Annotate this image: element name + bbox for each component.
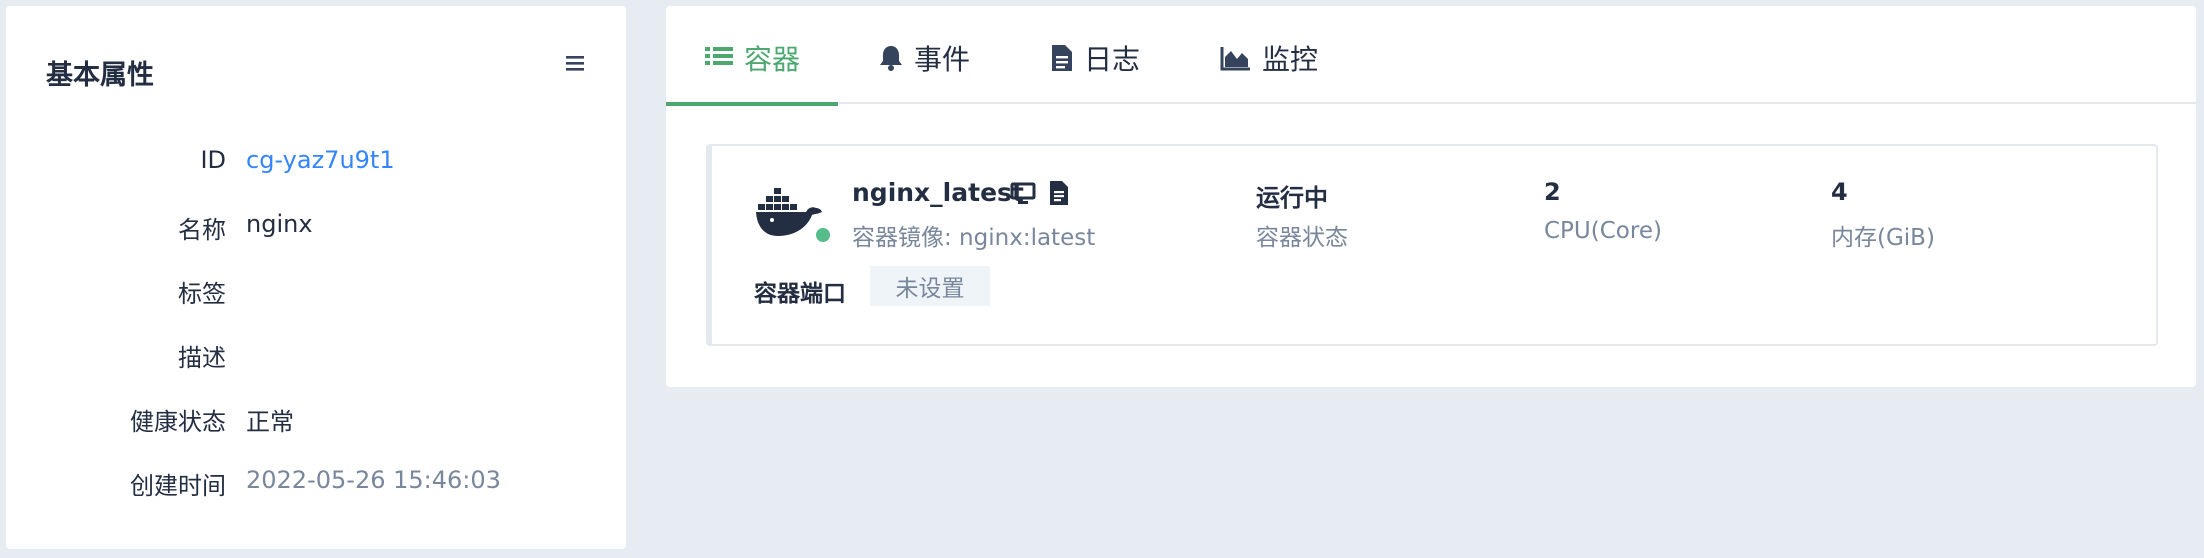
prop-value-created: 2022-05-26 15:46:03: [246, 466, 501, 494]
terminal-icon[interactable]: [1010, 180, 1036, 206]
prop-row-id: ID cg-yaz7u9t1: [6, 146, 626, 186]
cpu-label: CPU(Core): [1544, 218, 1662, 244]
prop-row-created: 创建时间 2022-05-26 15:46:03: [6, 466, 626, 506]
prop-value-name: nginx: [246, 210, 313, 238]
prop-row-tags: 标签: [6, 274, 626, 314]
detail-panel: 容器 事件 日志 监控 nginx_latest 容器镜像: nginx:lat…: [666, 6, 2196, 387]
prop-row-health: 健康状态 正常: [6, 402, 626, 442]
tab-monitoring[interactable]: 监控: [1220, 38, 1318, 78]
prop-label-name: 名称: [178, 216, 226, 244]
prop-value-health: 正常: [246, 408, 294, 436]
prop-row-description: 描述: [6, 338, 626, 378]
prop-label-health: 健康状态: [130, 408, 226, 436]
prop-label-id: ID: [200, 146, 226, 174]
cpu-value: 2: [1544, 178, 1561, 206]
prop-row-name: 名称 nginx: [6, 210, 626, 250]
container-ports-badge: 未设置: [870, 266, 990, 306]
prop-value-id[interactable]: cg-yaz7u9t1: [246, 146, 395, 174]
prop-label-tags: 标签: [178, 280, 226, 308]
active-tab-indicator: [666, 102, 838, 106]
basic-properties-title: 基本属性: [46, 60, 154, 91]
tab-logs-label: 日志: [1084, 43, 1141, 76]
prop-label-description: 描述: [178, 344, 226, 372]
container-ports-label: 容器端口: [754, 281, 846, 307]
area-chart-icon: [1220, 47, 1250, 71]
running-status-dot: [814, 226, 832, 244]
basic-properties-panel: 基本属性 ID cg-yaz7u9t1 名称 nginx 标签 描述 健康状态 …: [6, 6, 626, 549]
list-icon: [705, 47, 733, 65]
memory-value: 4: [1831, 178, 1848, 206]
memory-label: 内存(GiB): [1831, 225, 1935, 251]
container-name: nginx_latest: [852, 178, 1024, 207]
tab-events-label: 事件: [914, 43, 971, 76]
list-menu-icon[interactable]: [564, 54, 586, 72]
bell-icon: [880, 46, 902, 71]
tab-containers-label: 容器: [744, 43, 801, 76]
container-image: 容器镜像: nginx:latest: [852, 225, 1096, 251]
container-card[interactable]: nginx_latest 容器镜像: nginx:latest 运行中 容器状态…: [706, 144, 2158, 346]
tab-events[interactable]: 事件: [878, 38, 970, 78]
container-status-label: 容器状态: [1256, 225, 1348, 251]
container-status-value: 运行中: [1256, 184, 1328, 212]
file-icon: [1052, 45, 1072, 71]
prop-label-created: 创建时间: [130, 472, 226, 500]
tab-bar: 容器 事件 日志 监控: [666, 6, 2196, 106]
tab-monitoring-label: 监控: [1262, 43, 1319, 76]
log-file-icon[interactable]: [1046, 180, 1072, 206]
tab-containers[interactable]: 容器: [704, 38, 800, 78]
tab-logs[interactable]: 日志: [1050, 38, 1140, 78]
